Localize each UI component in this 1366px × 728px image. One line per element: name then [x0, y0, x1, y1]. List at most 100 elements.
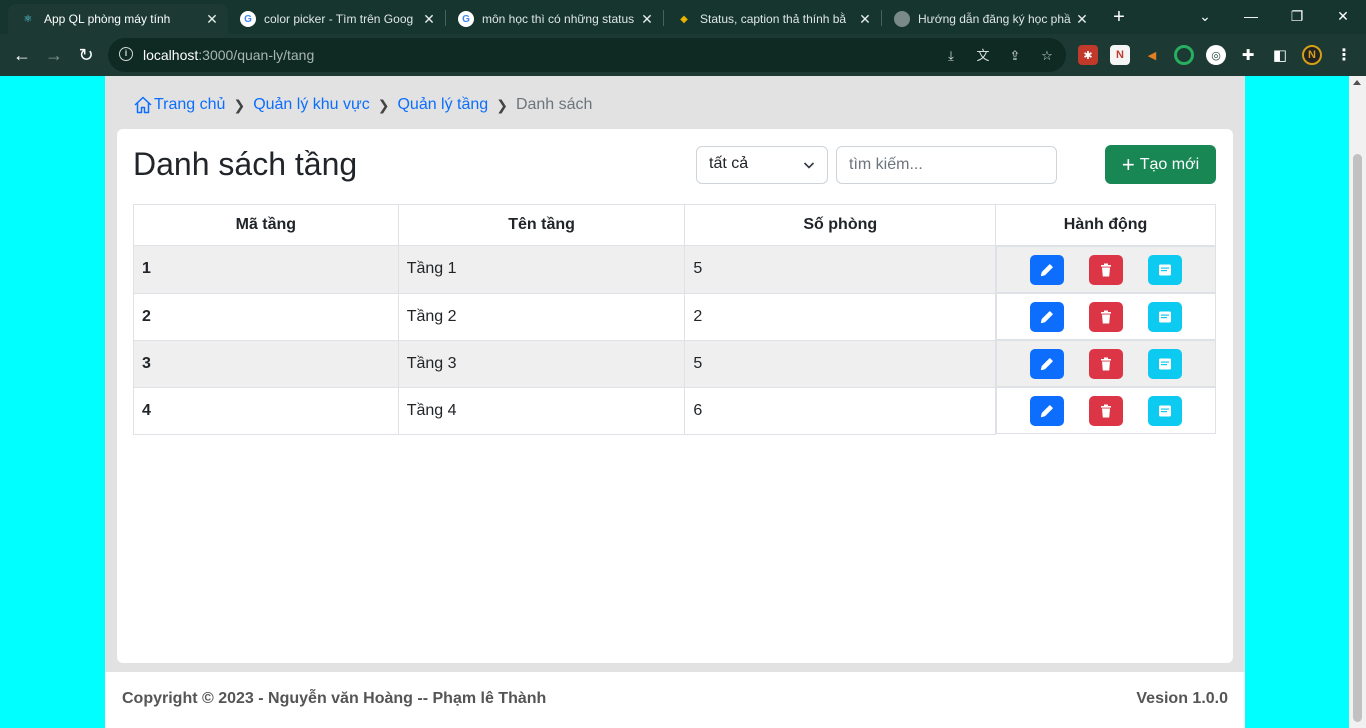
pencil-icon: [1040, 357, 1053, 370]
tab-title: color picker - Tìm trên Goog: [264, 12, 414, 26]
pencil-icon: [1040, 310, 1053, 323]
delete-button[interactable]: [1088, 254, 1123, 285]
row-actions: [996, 387, 1216, 434]
site-info-icon[interactable]: i: [119, 47, 133, 61]
delete-button[interactable]: [1088, 301, 1123, 332]
chevron-down-icon: [803, 162, 815, 169]
tab-title: App QL phòng máy tính: [44, 12, 171, 26]
browser-tab-strip: ⚛ App QL phòng máy tính ✕ G color picker…: [0, 0, 1366, 34]
translate-icon[interactable]: 文: [975, 48, 991, 64]
chevron-right-icon: ❯: [233, 96, 246, 113]
room-count: 6: [684, 386, 997, 435]
restore-icon[interactable]: ❐: [1274, 4, 1320, 28]
delete-button[interactable]: [1088, 395, 1123, 426]
breadcrumb: Trang chủ ❯ Quản lý khu vực ❯ Quản lý tầ…: [133, 94, 592, 116]
page-viewport: Trang chủ ❯ Quản lý khu vực ❯ Quản lý tầ…: [0, 76, 1366, 728]
scroll-up-arrow-icon[interactable]: [1353, 80, 1361, 85]
create-button[interactable]: + Tạo mới: [1105, 145, 1216, 184]
scrollbar-thumb[interactable]: [1353, 154, 1362, 722]
create-button-label: Tạo mới: [1139, 155, 1200, 173]
floor-list-card: Danh sách tầng tất cả + Tạo mới Mã tầng: [117, 129, 1233, 663]
trash-icon: [1100, 357, 1111, 370]
forward-arrow-icon[interactable]: →: [42, 43, 66, 67]
detail-button[interactable]: [1147, 395, 1182, 426]
filter-select-value: tất cả: [709, 155, 749, 172]
table-row: 1 Tầng 1 5: [133, 245, 1216, 294]
floor-name: Tầng 3: [397, 339, 686, 388]
browser-tab-5[interactable]: Hướng dẫn đăng ký học phầ ✕: [882, 4, 1098, 34]
bookmark-star-icon[interactable]: ☆: [1039, 48, 1055, 64]
search-input[interactable]: [836, 146, 1057, 184]
new-tab-icon[interactable]: +: [1108, 6, 1130, 28]
share-icon[interactable]: ⇪: [1007, 48, 1023, 64]
edit-button[interactable]: [1029, 348, 1064, 379]
minimize-icon[interactable]: —: [1228, 4, 1274, 28]
home-icon: [134, 96, 152, 114]
message-icon: [1158, 264, 1171, 275]
floor-table: Mã tầng Tên tầng Số phòng Hành động 1 Tầ…: [133, 204, 1216, 435]
filter-select[interactable]: tất cả: [696, 146, 828, 184]
pencil-icon: [1040, 263, 1053, 276]
row-actions: [996, 340, 1216, 387]
reload-icon[interactable]: ↻: [74, 43, 98, 67]
tab-title: Status, caption thả thính bằ: [700, 12, 847, 26]
detail-button[interactable]: [1147, 348, 1182, 379]
edit-button[interactable]: [1029, 254, 1064, 285]
table-row: 3 Tầng 3 5: [133, 339, 1216, 388]
trash-icon: [1100, 263, 1111, 276]
close-tab-icon[interactable]: ✕: [204, 11, 220, 28]
menu-kebab-icon[interactable]: ⋮: [1334, 45, 1354, 65]
extension-icon[interactable]: ◀: [1142, 45, 1162, 65]
floor-name: Tầng 4: [397, 386, 686, 435]
app-container: Trang chủ ❯ Quản lý khu vực ❯ Quản lý tầ…: [105, 76, 1245, 728]
site-icon: ◆: [680, 13, 688, 25]
close-tab-icon[interactable]: ✕: [1074, 11, 1090, 28]
back-arrow-icon[interactable]: ←: [10, 43, 34, 67]
side-panel-icon[interactable]: ◧: [1270, 45, 1290, 65]
detail-button[interactable]: [1147, 254, 1182, 285]
breadcrumb-current: Danh sách: [515, 96, 593, 113]
browser-tab-1[interactable]: ⚛ App QL phòng máy tính ✕: [8, 4, 228, 34]
edit-button[interactable]: [1029, 395, 1064, 426]
address-url[interactable]: localhost:3000/quan-ly/tang: [143, 47, 314, 63]
close-tab-icon[interactable]: ✕: [857, 11, 873, 28]
tab-search-chevron-icon[interactable]: ⌄: [1182, 4, 1228, 28]
plus-icon: +: [1121, 151, 1135, 177]
extension-icon[interactable]: ◎: [1206, 45, 1226, 65]
room-count: 2: [684, 292, 997, 341]
google-icon: G: [240, 11, 256, 27]
extension-icon[interactable]: N: [1110, 45, 1130, 65]
extension-icon[interactable]: [1174, 45, 1194, 65]
table-header-row: Mã tầng Tên tầng Số phòng Hành động: [133, 204, 1216, 246]
pencil-icon: [1040, 404, 1053, 417]
delete-button[interactable]: [1088, 348, 1123, 379]
chevron-right-icon: ❯: [496, 96, 508, 113]
extensions-puzzle-icon[interactable]: ✚: [1238, 45, 1258, 65]
close-window-icon[interactable]: ✕: [1320, 4, 1366, 28]
browser-tab-2[interactable]: G color picker - Tìm trên Goog ✕: [228, 4, 445, 34]
close-tab-icon[interactable]: ✕: [421, 11, 437, 28]
edit-button[interactable]: [1029, 301, 1064, 332]
floor-id: 4: [133, 386, 399, 435]
column-header-actions: Hành động: [995, 204, 1216, 246]
version-text: Vesion 1.0.0: [1136, 690, 1228, 707]
browser-toolbar: ← → ↻ i localhost:3000/quan-ly/tang ⤓ 文 …: [0, 34, 1366, 76]
floor-id: 1: [133, 245, 399, 294]
detail-button[interactable]: [1147, 301, 1182, 332]
browser-tab-3[interactable]: G môn học thì có những status ✕: [446, 4, 663, 34]
breadcrumb-home-label: Trang chủ: [154, 96, 226, 113]
breadcrumb-area-link[interactable]: Quản lý khu vực: [253, 96, 370, 114]
close-tab-icon[interactable]: ✕: [639, 11, 655, 28]
floor-id: 2: [133, 292, 399, 341]
copyright-text: Copyright © 2023 - Nguyễn văn Hoàng -- P…: [122, 690, 547, 707]
profile-avatar[interactable]: N: [1302, 45, 1322, 65]
install-app-icon[interactable]: ⤓: [943, 48, 959, 64]
table-row: 2 Tầng 2 2: [133, 292, 1216, 341]
page-scrollbar[interactable]: [1349, 76, 1366, 728]
breadcrumb-home-link[interactable]: Trang chủ: [133, 95, 225, 115]
address-bar[interactable]: i localhost:3000/quan-ly/tang ⤓ 文 ⇪ ☆: [108, 38, 1066, 72]
page-title: Danh sách tầng: [133, 146, 358, 182]
browser-tab-4[interactable]: ◆ Status, caption thả thính bằ ✕: [664, 4, 881, 34]
extension-icon[interactable]: ✱: [1078, 45, 1098, 65]
breadcrumb-floor-link[interactable]: Quản lý tầng: [397, 96, 488, 114]
